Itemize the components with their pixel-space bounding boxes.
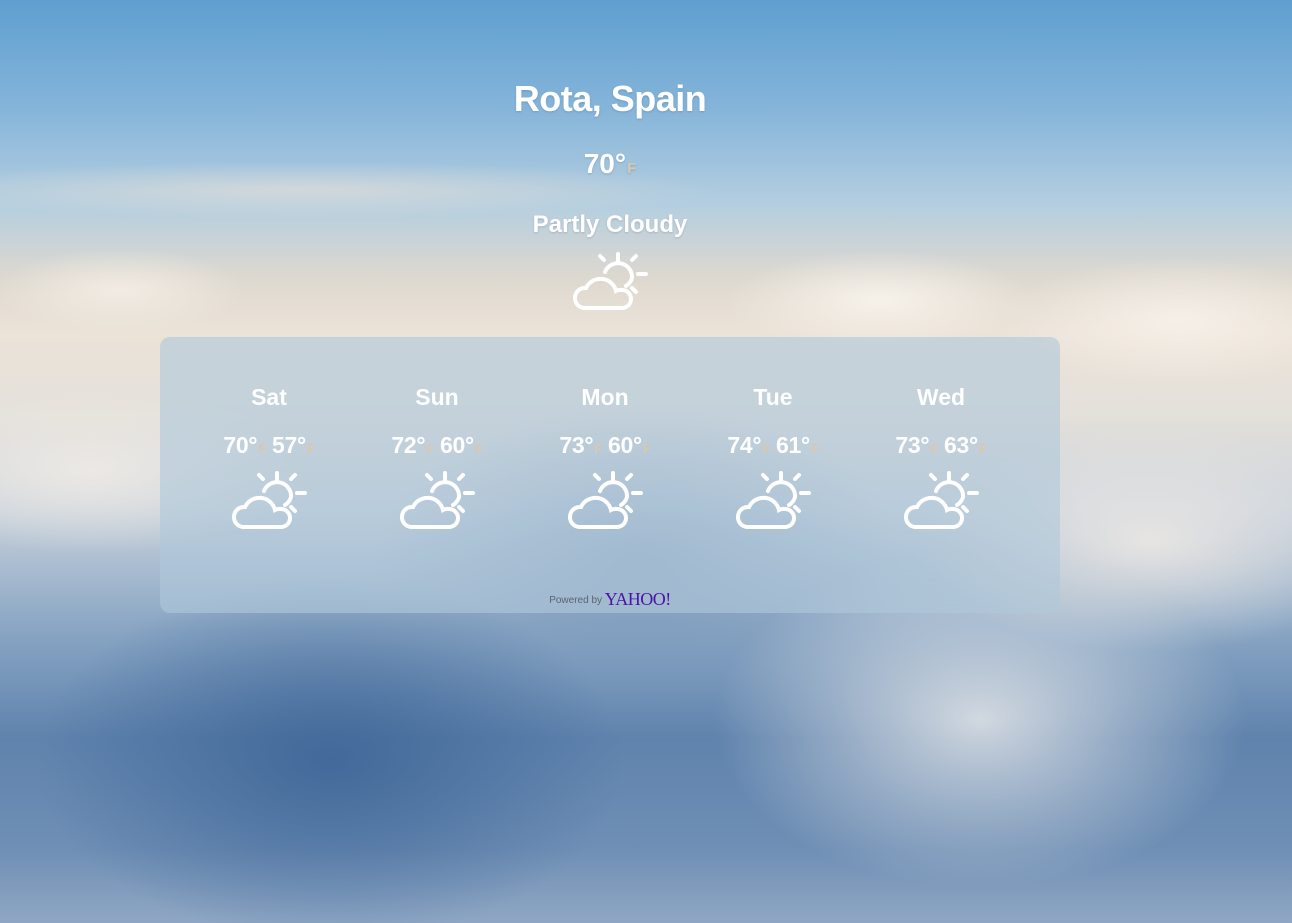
forecast-day-name: Sun [415, 384, 459, 410]
current-temperature: 70°F [360, 148, 860, 180]
current-condition: Partly Cloudy [532, 211, 688, 238]
forecast-low: 60° [608, 432, 642, 458]
forecast-high: 73° [895, 432, 930, 458]
partly-cloudy-icon [232, 471, 307, 529]
current-temp-value: 70° [583, 148, 627, 179]
partly-cloudy-icon [400, 471, 475, 529]
forecast-low: 60° [440, 432, 474, 458]
current-temp-unit: F [627, 160, 637, 177]
forecast-high: 73° [559, 432, 594, 458]
forecast-high-unit: F [594, 441, 602, 456]
forecast-temps: 73°F 63°F [857, 432, 1025, 459]
forecast-low: 63° [944, 432, 978, 458]
forecast-panel: Sat 70°F 57°F Sun 72°F 60°F Mon 73°F 60°… [160, 337, 1060, 613]
forecast-low: 61° [776, 432, 810, 458]
forecast-low: 57° [272, 432, 306, 458]
forecast-low-unit: F [474, 441, 483, 456]
city-name: Rota, Spain [513, 78, 707, 119]
attribution-prefix: Powered by [549, 595, 603, 606]
forecast-low-unit: F [306, 441, 315, 456]
forecast-temps: 74°F 61°F [689, 432, 857, 459]
partly-cloudy-icon [904, 471, 979, 529]
forecast-day-name: Mon [581, 384, 629, 410]
partly-cloudy-icon [573, 252, 648, 310]
yahoo-logo-link[interactable]: YAHOO! [605, 589, 672, 609]
forecast-high: 74° [727, 432, 762, 458]
forecast-low-unit: F [642, 441, 651, 456]
forecast-day-name: Sat [251, 384, 287, 410]
forecast-low-unit: F [810, 441, 819, 456]
attribution: Powered by YAHOO! [160, 589, 1060, 610]
forecast-high-unit: F [930, 441, 938, 456]
partly-cloudy-icon [568, 471, 643, 529]
forecast-high: 72° [391, 432, 426, 458]
forecast-temps: 72°F 60°F [353, 432, 521, 459]
forecast-day-name: Tue [753, 384, 793, 410]
forecast-temps: 73°F 60°F [521, 432, 689, 459]
forecast-high: 70° [223, 432, 258, 458]
forecast-high-unit: F [426, 441, 434, 456]
forecast-high-unit: F [258, 441, 266, 456]
forecast-temps: 70°F 57°F [185, 432, 353, 459]
forecast-day-name: Wed [916, 384, 966, 410]
partly-cloudy-icon [736, 471, 811, 529]
forecast-high-unit: F [762, 441, 770, 456]
forecast-low-unit: F [978, 441, 987, 456]
